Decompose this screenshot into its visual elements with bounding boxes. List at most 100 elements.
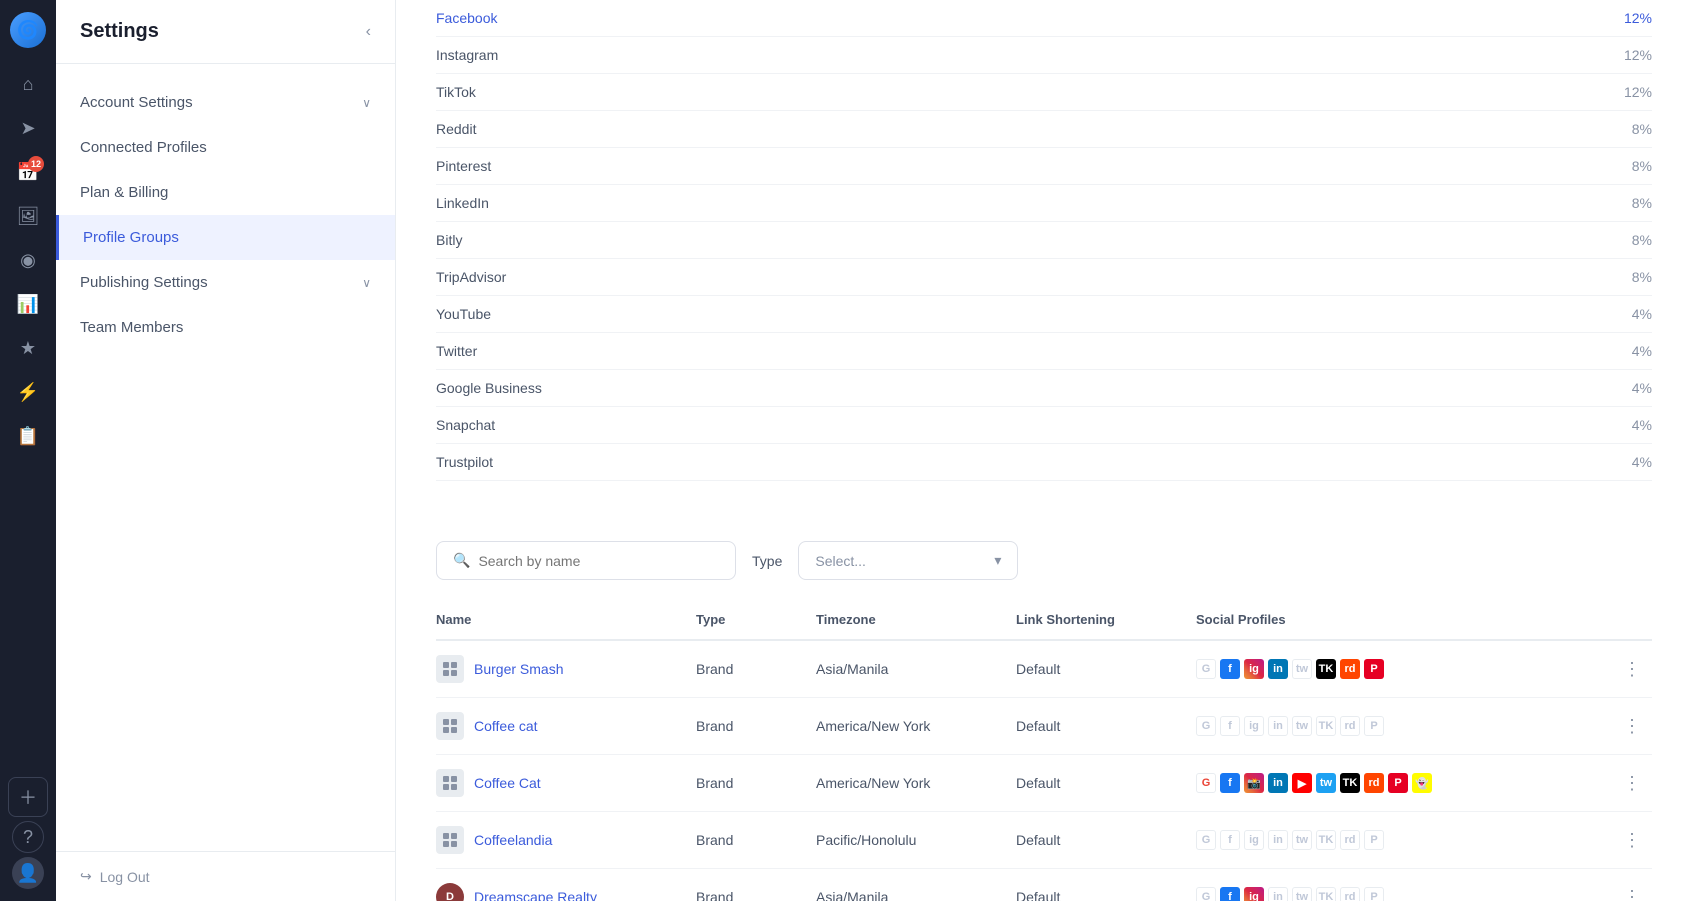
table-header: Name Type Timezone Link Shortening Socia… bbox=[436, 600, 1652, 641]
facebook-icon: f bbox=[1220, 716, 1240, 736]
send-icon[interactable]: ➤ bbox=[8, 108, 48, 148]
tiktok-icon: TK bbox=[1340, 773, 1360, 793]
chart-bar-icon[interactable]: 📊 bbox=[8, 284, 48, 324]
platform-name: Snapchat bbox=[436, 417, 495, 433]
twitter-icon: tw bbox=[1292, 659, 1312, 679]
settings-title: Settings bbox=[80, 20, 159, 43]
app-logo[interactable]: 🌀 bbox=[10, 12, 46, 48]
row-more-button[interactable]: ⋮ bbox=[1612, 773, 1652, 794]
cell-timezone: America/New York bbox=[816, 718, 1016, 734]
col-header-actions bbox=[1612, 612, 1652, 627]
twitter-icon: tw bbox=[1292, 716, 1312, 736]
pinterest-icon: P bbox=[1364, 830, 1384, 850]
sidebar-item-publishing-settings[interactable]: Publishing Settings ∨ bbox=[56, 260, 395, 305]
profile-link[interactable]: Coffee Cat bbox=[474, 775, 541, 791]
icon-sidebar: 🌀 ⌂ ➤ 📅 12 🖼 ◉ 📊 ★ ⚡ 📋 ＋ ? 👤 bbox=[0, 0, 56, 901]
platform-name: Trustpilot bbox=[436, 454, 493, 470]
search-box[interactable]: 🔍 bbox=[436, 541, 736, 580]
profile-icon bbox=[436, 712, 464, 740]
circle-icon[interactable]: ◉ bbox=[8, 240, 48, 280]
platform-name: Google Business bbox=[436, 380, 542, 396]
platform-name: TripAdvisor bbox=[436, 269, 506, 285]
pinterest-icon: P bbox=[1388, 773, 1408, 793]
user-avatar-icon[interactable]: 👤 bbox=[12, 857, 44, 889]
calendar-badge: 12 bbox=[28, 156, 44, 172]
cell-shortening: Default bbox=[1016, 889, 1196, 901]
cell-name: Coffeelandia bbox=[436, 826, 696, 854]
platform-pct: 8% bbox=[1632, 121, 1652, 137]
profile-icon bbox=[436, 826, 464, 854]
platform-name: Instagram bbox=[436, 47, 498, 63]
twitter-icon: tw bbox=[1292, 887, 1312, 901]
report-icon[interactable]: 📋 bbox=[8, 416, 48, 456]
type-select[interactable]: Select... ▾ bbox=[798, 541, 1018, 580]
snapchat-icon: 👻 bbox=[1412, 773, 1432, 793]
platform-pct: 4% bbox=[1632, 380, 1652, 396]
platform-pct: 4% bbox=[1632, 417, 1652, 433]
cell-shortening: Default bbox=[1016, 832, 1196, 848]
cell-timezone: America/New York bbox=[816, 775, 1016, 791]
sidebar-item-connected-profiles[interactable]: Connected Profiles bbox=[56, 125, 395, 170]
sidebar-item-account-settings[interactable]: Account Settings ∨ bbox=[56, 80, 395, 125]
col-header-timezone: Timezone bbox=[816, 612, 1016, 627]
sidebar-item-team-members[interactable]: Team Members bbox=[56, 305, 395, 350]
star-icon[interactable]: ★ bbox=[8, 328, 48, 368]
platform-name: TikTok bbox=[436, 84, 476, 100]
cell-type: Brand bbox=[696, 889, 816, 901]
platform-name: Bitly bbox=[436, 232, 462, 248]
sidebar-item-profile-groups[interactable]: Profile Groups bbox=[56, 215, 395, 260]
row-more-button[interactable]: ⋮ bbox=[1612, 887, 1652, 901]
cell-timezone: Asia/Manila bbox=[816, 661, 1016, 677]
profile-icon bbox=[436, 655, 464, 683]
profile-link[interactable]: Dreamscape Realty bbox=[474, 889, 597, 901]
row-more-button[interactable]: ⋮ bbox=[1612, 830, 1652, 851]
cell-type: Brand bbox=[696, 775, 816, 791]
image-icon[interactable]: 🖼 bbox=[8, 196, 48, 236]
platform-name: LinkedIn bbox=[436, 195, 489, 211]
sidebar-item-plan-billing[interactable]: Plan & Billing bbox=[56, 170, 395, 215]
settings-nav: Account Settings ∨ Connected Profiles Pl… bbox=[56, 64, 395, 851]
cell-type: Brand bbox=[696, 718, 816, 734]
social-icons: G f 📸 in ▶ tw TK rd P 👻 bbox=[1196, 773, 1612, 793]
home-icon[interactable]: ⌂ bbox=[8, 64, 48, 104]
platform-row: Snapchat 4% bbox=[436, 407, 1652, 444]
search-input[interactable] bbox=[478, 553, 719, 569]
social-icons: G f ig in tw TK rd P bbox=[1196, 716, 1612, 736]
collapse-button[interactable]: ‹ bbox=[366, 23, 371, 41]
cell-name: Coffee cat bbox=[436, 712, 696, 740]
logout-icon: ↪ bbox=[80, 868, 92, 885]
tiktok-icon: TK bbox=[1316, 830, 1336, 850]
filter-bar: 🔍 Type Select... ▾ bbox=[396, 541, 1692, 600]
cell-name: Burger Smash bbox=[436, 655, 696, 683]
profile-link[interactable]: Burger Smash bbox=[474, 661, 563, 677]
linkedin-icon: in bbox=[1268, 887, 1288, 901]
table-row: Coffee cat Brand America/New York Defaul… bbox=[436, 698, 1652, 755]
social-icons: G f ig in tw TK rd P bbox=[1196, 659, 1612, 679]
calendar-icon[interactable]: 📅 12 bbox=[8, 152, 48, 192]
platform-list: Facebook 12% Instagram 12% TikTok 12% Re… bbox=[396, 0, 1692, 501]
profile-link[interactable]: Coffee cat bbox=[474, 718, 538, 734]
row-more-button[interactable]: ⋮ bbox=[1612, 716, 1652, 737]
row-more-button[interactable]: ⋮ bbox=[1612, 659, 1652, 680]
help-icon[interactable]: ? bbox=[12, 821, 44, 853]
platform-pct: 8% bbox=[1632, 195, 1652, 211]
cell-shortening: Default bbox=[1016, 775, 1196, 791]
reddit-icon: rd bbox=[1340, 659, 1360, 679]
platform-row: TikTok 12% bbox=[436, 74, 1652, 111]
reddit-icon: rd bbox=[1340, 830, 1360, 850]
lightning-icon[interactable]: ⚡ bbox=[8, 372, 48, 412]
platform-row: Bitly 8% bbox=[436, 222, 1652, 259]
logout-button[interactable]: ↪ Log Out bbox=[80, 868, 371, 885]
settings-footer: ↪ Log Out bbox=[56, 851, 395, 901]
cell-shortening: Default bbox=[1016, 718, 1196, 734]
google-icon: G bbox=[1196, 773, 1216, 793]
add-workspace-icon[interactable]: ＋ bbox=[8, 777, 48, 817]
pinterest-icon: P bbox=[1364, 887, 1384, 901]
google-icon: G bbox=[1196, 716, 1216, 736]
profile-link[interactable]: Coffeelandia bbox=[474, 832, 552, 848]
cell-timezone: Asia/Manila bbox=[816, 889, 1016, 901]
profile-icon: D bbox=[436, 883, 464, 901]
platform-name: Pinterest bbox=[436, 158, 491, 174]
table-row: Coffeelandia Brand Pacific/Honolulu Defa… bbox=[436, 812, 1652, 869]
search-icon: 🔍 bbox=[453, 552, 470, 569]
